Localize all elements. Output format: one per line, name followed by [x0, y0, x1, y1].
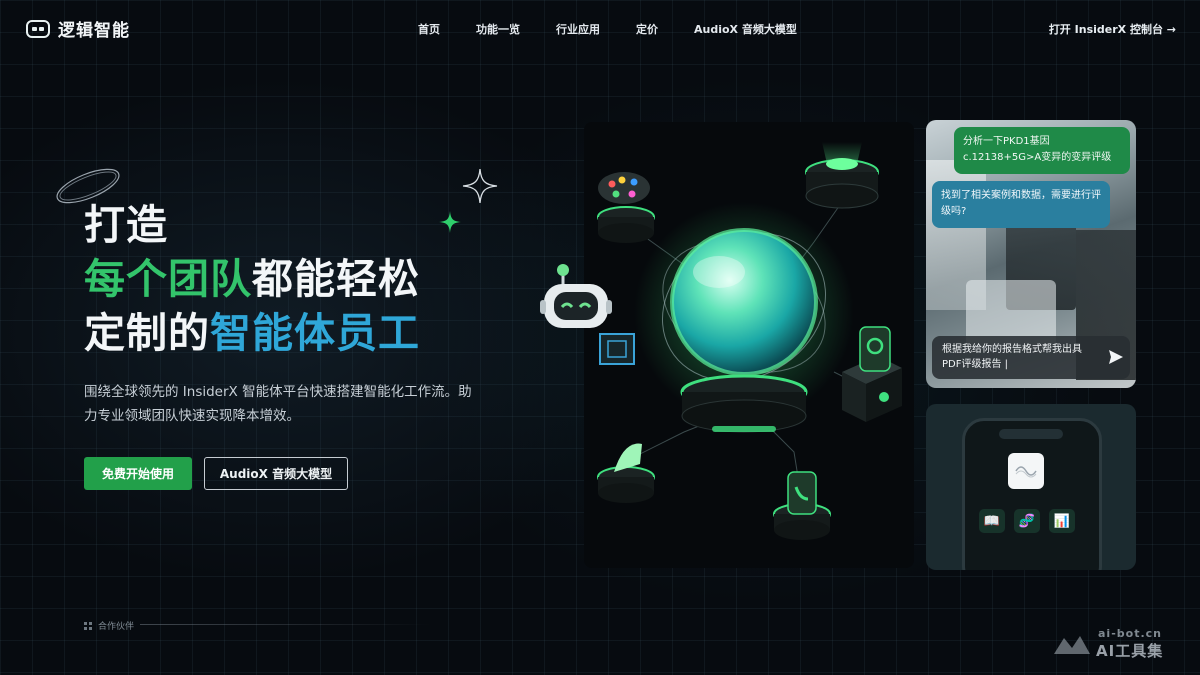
nav-link-industries[interactable]: 行业应用 [556, 21, 600, 37]
hero-title-line2: 都能轻松 [252, 255, 420, 303]
partners-label: 合作伙伴 [98, 622, 135, 632]
nav-link-pricing[interactable]: 定价 [636, 21, 658, 37]
app-logo-icon [1008, 453, 1044, 489]
free-start-button[interactable]: 免费开始使用 [84, 457, 192, 490]
watermark-logo-icon [1054, 636, 1090, 654]
grid-dots-icon [84, 621, 92, 630]
audiox-button[interactable]: AudioX 音频大模型 [204, 457, 348, 490]
dna-icon[interactable]: 🧬 [1014, 509, 1040, 533]
top-nav: 逻辑智能 首页 功能一览 行业应用 定价 AudioX 音频大模型 打开 Ins… [0, 0, 1200, 58]
sparkle-outline-icon [462, 168, 498, 204]
nav-link-features[interactable]: 功能一览 [476, 21, 520, 37]
ai-sphere-illustration [597, 142, 902, 540]
partners-divider [140, 624, 430, 625]
chat-assistant-bubble: 找到了相关案例和数据，需要进行评级吗? [932, 181, 1110, 228]
sparkle-green-icon [439, 211, 461, 233]
chat-input-field[interactable]: 根据我给你的报告格式帮我出具PDF评级报告 | [932, 336, 1130, 379]
hero-illustration [584, 122, 914, 568]
partners-section: 合作伙伴 [84, 619, 134, 632]
nav-link-home[interactable]: 首页 [418, 21, 440, 37]
hero-title-line3: 定制的 [84, 309, 210, 357]
hero-title-line1: 打造 [84, 201, 168, 249]
hero-title-highlight-blue: 智能体员工 [210, 309, 420, 357]
robot-mascot-icon [540, 264, 612, 328]
book-icon[interactable]: 📖 [979, 509, 1005, 533]
chat-user-bubble: 分析一下PKD1基因c.12138+5G>A变异的变异评级 [954, 127, 1130, 174]
phone-frame [962, 418, 1102, 570]
watermark-brand: AI工具集 [1096, 642, 1164, 660]
nav-link-audiox[interactable]: AudioX 音频大模型 [694, 21, 797, 37]
hero-title: 打造 每个团队都能轻松 定制的智能体员工 [84, 198, 420, 360]
hero-title-highlight-green: 每个团队 [84, 255, 252, 303]
brand-name: 逻辑智能 [58, 21, 130, 41]
watermark-domain: ai-bot.cn [1098, 627, 1162, 640]
nav-links: 首页 功能一览 行业应用 定价 AudioX 音频大模型 [418, 21, 833, 37]
phone-notch [999, 429, 1063, 439]
chart-icon[interactable]: 📊 [1049, 509, 1075, 533]
brand-logo[interactable]: 逻辑智能 [26, 16, 130, 41]
hero-description: 围绕全球领先的 InsiderX 智能体平台快速搭建智能化工作流。助力专业领域团… [84, 384, 472, 424]
send-icon[interactable] [1106, 347, 1126, 367]
robot-logo-icon [26, 19, 50, 38]
open-console-link[interactable]: 打开 InsiderX 控制台 → [1049, 21, 1176, 37]
